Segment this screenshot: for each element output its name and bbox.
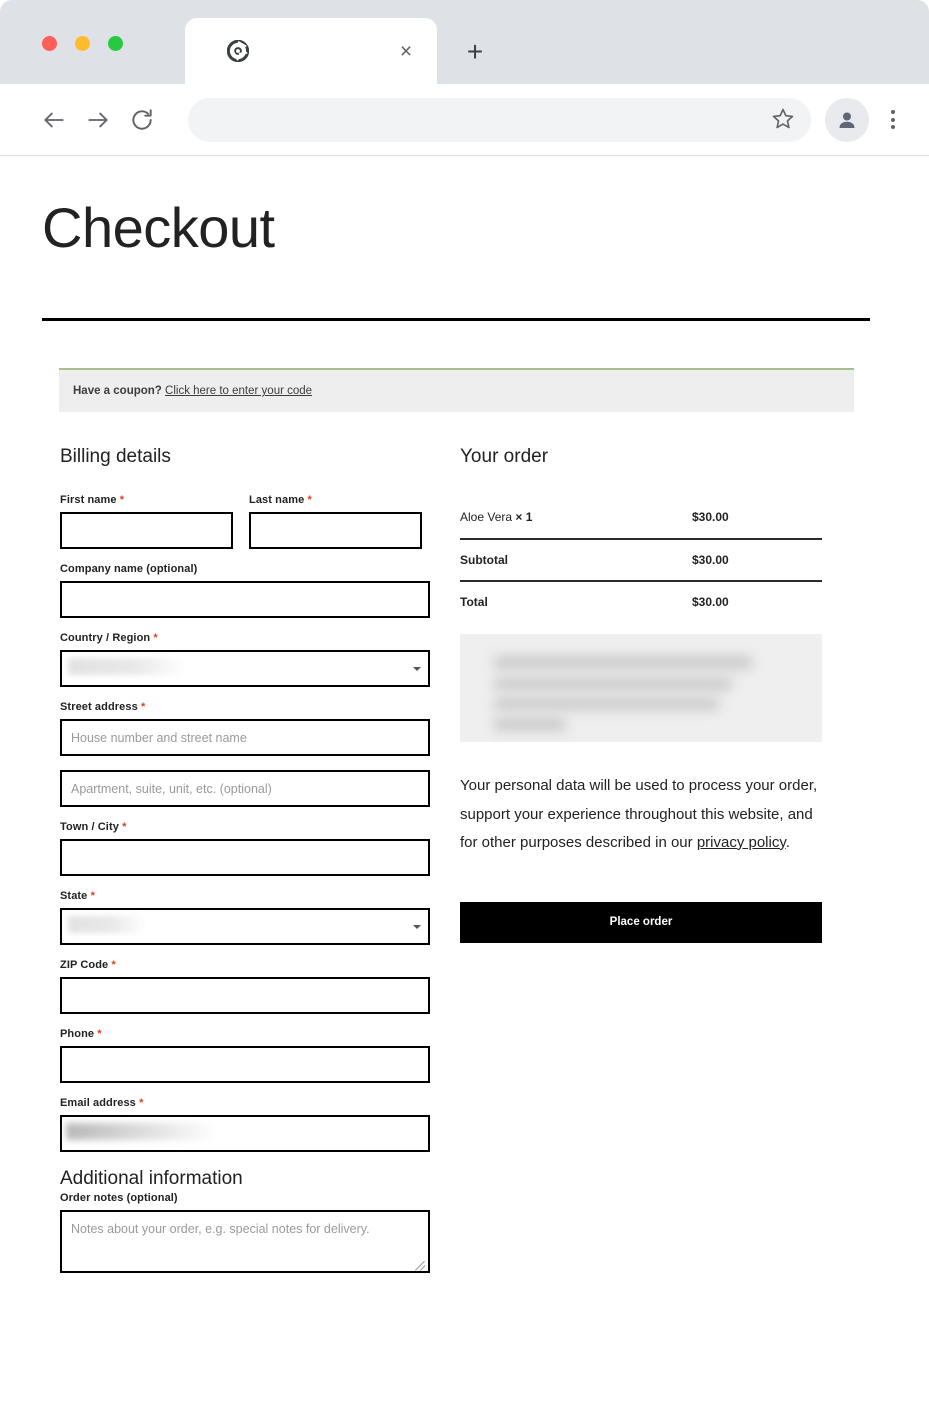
- window-controls: [42, 36, 123, 51]
- state-field: State *: [60, 890, 430, 946]
- state-redacted-value: [68, 916, 146, 934]
- first-name-field: First name *: [60, 494, 233, 550]
- order-summary-table: Aloe Vera × 1 $30.00 Subtotal $30.00 Tot…: [460, 496, 822, 622]
- subtotal-value: $30.00: [692, 553, 729, 568]
- phone-label: Phone *: [60, 1028, 102, 1041]
- phone-field: Phone *: [60, 1028, 430, 1084]
- order-item-name: Aloe Vera × 1: [460, 510, 533, 525]
- street-address-input[interactable]: [60, 719, 430, 757]
- required-marker: *: [140, 701, 146, 714]
- city-label: Town / City *: [60, 821, 127, 834]
- company-label: Company name (optional): [60, 563, 198, 576]
- order-heading: Your order: [460, 446, 549, 468]
- company-input[interactable]: [60, 581, 430, 619]
- back-icon[interactable]: [32, 98, 76, 142]
- city-input[interactable]: [60, 839, 430, 877]
- order-item-qty: × 1: [515, 510, 533, 525]
- required-marker: *: [119, 494, 125, 507]
- country-redacted-value: [68, 658, 186, 676]
- required-marker: *: [122, 821, 127, 834]
- order-notes-field: Order notes (optional): [60, 1192, 430, 1274]
- subtotal-label: Subtotal: [460, 553, 508, 568]
- required-marker: *: [111, 959, 116, 972]
- order-total-row: Total $30.00: [460, 580, 822, 622]
- reload-icon[interactable]: [120, 98, 164, 142]
- privacy-policy-link[interactable]: privacy policy: [697, 834, 786, 851]
- order-subtotal-row: Subtotal $30.00: [460, 538, 822, 580]
- first-name-label: First name *: [60, 494, 125, 507]
- billing-heading: Billing details: [60, 446, 171, 468]
- street-address-2-field: [60, 770, 430, 808]
- company-field: Company name (optional): [60, 563, 430, 619]
- name-row: First name * Last name *: [60, 494, 430, 563]
- email-field: Email address *: [60, 1097, 430, 1153]
- total-label: Total: [460, 595, 488, 610]
- kebab-icon[interactable]: [877, 98, 909, 142]
- required-marker: *: [90, 890, 95, 903]
- tab-strip: × +: [0, 0, 929, 84]
- order-column: Your order Aloe Vera × 1 $30.00 Subtotal…: [430, 446, 860, 1287]
- browser-window: × +: [0, 0, 929, 156]
- privacy-policy-text: Your personal data will be used to proce…: [460, 772, 824, 857]
- zip-field: ZIP Code *: [60, 959, 430, 1015]
- street-address-label: Street address *: [60, 701, 146, 714]
- avatar[interactable]: [825, 97, 869, 142]
- chevron-down-icon: [413, 666, 421, 671]
- country-select[interactable]: [60, 650, 430, 688]
- zip-input[interactable]: [60, 977, 430, 1015]
- star-icon[interactable]: [771, 106, 795, 133]
- last-name-input[interactable]: [249, 512, 422, 550]
- last-name-label: Last name *: [249, 494, 312, 507]
- first-name-input[interactable]: [60, 512, 233, 550]
- required-marker: *: [97, 1028, 102, 1041]
- coupon-prompt: Have a coupon?: [73, 385, 162, 398]
- required-marker: *: [139, 1097, 144, 1110]
- navigation-bar: [0, 84, 929, 156]
- city-field: Town / City *: [60, 821, 430, 877]
- minimize-window-button[interactable]: [75, 36, 90, 51]
- address-bar[interactable]: [188, 97, 811, 142]
- required-marker: *: [307, 494, 312, 507]
- privacy-text-after: .: [785, 833, 790, 851]
- country-label: Country / Region *: [60, 632, 158, 645]
- order-item-price: $30.00: [692, 510, 729, 525]
- coupon-link[interactable]: Click here to enter your code: [165, 385, 312, 397]
- browser-tab[interactable]: ×: [185, 18, 437, 84]
- billing-column: Billing details First name * Last name *: [0, 446, 430, 1287]
- payment-methods-redacted[interactable]: [460, 634, 822, 743]
- email-input[interactable]: [60, 1115, 430, 1153]
- forward-icon[interactable]: [76, 98, 120, 142]
- chevron-down-icon: [413, 924, 421, 929]
- order-notes-label: Order notes (optional): [60, 1192, 178, 1205]
- checkout-page: Checkout Have a coupon? Click here to en…: [0, 156, 929, 1288]
- maximize-window-button[interactable]: [108, 36, 123, 51]
- last-name-field: Last name *: [249, 494, 422, 550]
- street-address-2-input[interactable]: [60, 770, 430, 808]
- close-window-button[interactable]: [42, 36, 57, 51]
- country-field: Country / Region *: [60, 632, 430, 688]
- order-notes-textarea[interactable]: [60, 1210, 430, 1274]
- state-label: State *: [60, 890, 95, 903]
- total-value: $30.00: [692, 595, 729, 610]
- title-divider: [42, 318, 870, 322]
- chrome-favicon-icon: [225, 38, 251, 64]
- order-line-item: Aloe Vera × 1 $30.00: [460, 496, 822, 538]
- phone-input[interactable]: [60, 1046, 430, 1084]
- state-select[interactable]: [60, 908, 430, 946]
- place-order-button[interactable]: Place order: [460, 901, 822, 943]
- street-address-field: Street address *: [60, 701, 430, 757]
- required-marker: *: [153, 632, 158, 645]
- zip-label: ZIP Code *: [60, 959, 116, 972]
- page-title: Checkout: [42, 196, 275, 259]
- new-tab-button[interactable]: +: [455, 32, 495, 72]
- coupon-notice: Have a coupon? Click here to enter your …: [59, 368, 854, 413]
- close-tab-button[interactable]: ×: [393, 38, 419, 64]
- email-label: Email address *: [60, 1097, 144, 1110]
- additional-information-heading: Additional information: [60, 1168, 243, 1190]
